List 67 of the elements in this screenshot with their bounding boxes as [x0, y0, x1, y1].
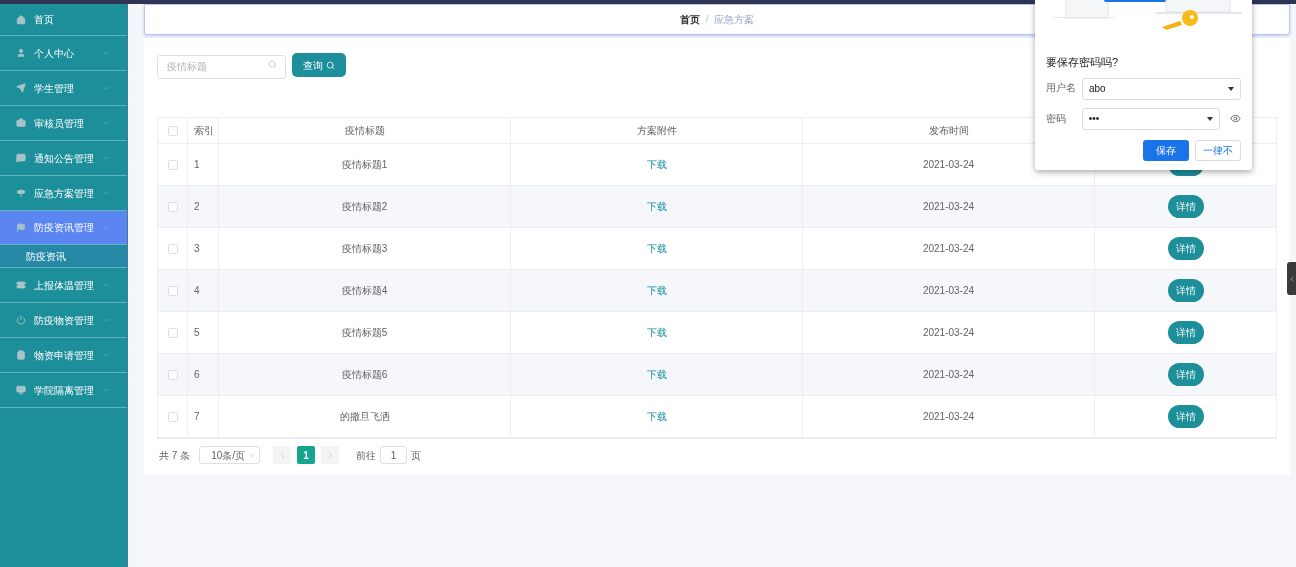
sidebar-item[interactable]: 个人中心: [0, 36, 127, 71]
sidebar-item[interactable]: 物资申请管理: [0, 338, 127, 373]
page-button[interactable]: 1: [297, 446, 316, 464]
sidebar-item[interactable]: 学生管理: [0, 71, 127, 106]
date-text: 2021-03-24: [922, 284, 975, 298]
index-text: 3: [194, 242, 200, 256]
sidebar-item[interactable]: 上报体温管理: [0, 268, 127, 303]
download-link[interactable]: 下载: [646, 367, 667, 382]
download-link[interactable]: 下载: [646, 283, 667, 298]
title-text: 疫情标题3: [341, 242, 388, 256]
sidebar-item[interactable]: 审核员管理: [0, 106, 127, 141]
breadcrumb-item[interactable]: 首页: [679, 12, 700, 27]
date-text: 2021-03-24: [922, 200, 975, 214]
sidebar-item[interactable]: 学院隔离管理: [0, 373, 127, 408]
sidebar-item[interactable]: 首页: [0, 4, 127, 36]
submenu-item[interactable]: 防疫资讯: [0, 245, 127, 268]
index-text: 2: [194, 200, 200, 214]
title-text: 疫情标题4: [341, 284, 388, 298]
date-text: 2021-03-24: [922, 410, 975, 424]
password-select[interactable]: •••: [1081, 107, 1221, 130]
title-text: 疫情标题2: [341, 200, 388, 214]
index-text: 5: [194, 326, 200, 340]
column-header: 发布时间: [928, 124, 969, 138]
details-button[interactable]: 详情: [1167, 237, 1204, 260]
page-suffix: 页: [411, 448, 422, 463]
details-button[interactable]: 详情: [1167, 195, 1204, 218]
password-label: 密码: [1046, 112, 1067, 126]
download-link[interactable]: 下载: [646, 409, 667, 424]
sidebar-item[interactable]: 防疫物资管理: [0, 303, 127, 338]
details-button[interactable]: 详情: [1167, 405, 1204, 428]
column-header: 方案附件: [636, 124, 677, 138]
dialog-title: 要保存密码吗?: [1046, 55, 1120, 70]
query-button[interactable]: 查询: [292, 53, 346, 77]
breadcrumb-separator: /: [705, 13, 709, 27]
goto-page-field[interactable]: 1: [380, 446, 408, 464]
total-count: 共 7 条: [159, 448, 191, 463]
title-text: 疫情标题1: [341, 158, 388, 172]
title-text: 疫情标题5: [341, 326, 388, 340]
sidebar-item[interactable]: 通知公告管理: [0, 141, 127, 176]
sidebar-item[interactable]: 防疫资讯管理: [0, 211, 127, 245]
details-button[interactable]: 详情: [1167, 279, 1204, 302]
column-header: 索引: [194, 124, 214, 138]
username-select[interactable]: abo: [1082, 77, 1241, 100]
column-header: 疫情标题: [344, 124, 385, 138]
index-text: 6: [194, 368, 200, 382]
never-button[interactable]: 一律不: [1195, 139, 1241, 161]
index-text: 4: [194, 284, 200, 298]
breadcrumb-item: 应急方案: [714, 13, 755, 27]
index-text: 1: [194, 158, 200, 172]
date-text: 2021-03-24: [922, 368, 975, 382]
date-text: 2021-03-24: [922, 242, 975, 256]
page-size-select[interactable]: 10条/页: [199, 446, 261, 464]
date-text: 2021-03-24: [922, 326, 975, 340]
save-button[interactable]: 保存: [1143, 139, 1189, 161]
search-field[interactable]: 疫情标题: [157, 54, 286, 79]
title-text: 疫情标题6: [341, 368, 388, 382]
goto-label: 前往: [356, 448, 377, 463]
download-link[interactable]: 下载: [646, 157, 667, 172]
download-link[interactable]: 下载: [646, 199, 667, 214]
details-button[interactable]: 详情: [1167, 321, 1204, 344]
download-link[interactable]: 下载: [646, 325, 667, 340]
index-text: 7: [194, 410, 200, 424]
date-text: 2021-03-24: [922, 158, 975, 172]
title-text: 的撒旦飞洒: [339, 410, 390, 424]
details-button[interactable]: 详情: [1167, 363, 1204, 386]
username-label: 用户名: [1046, 81, 1077, 96]
download-link[interactable]: 下载: [646, 241, 667, 256]
